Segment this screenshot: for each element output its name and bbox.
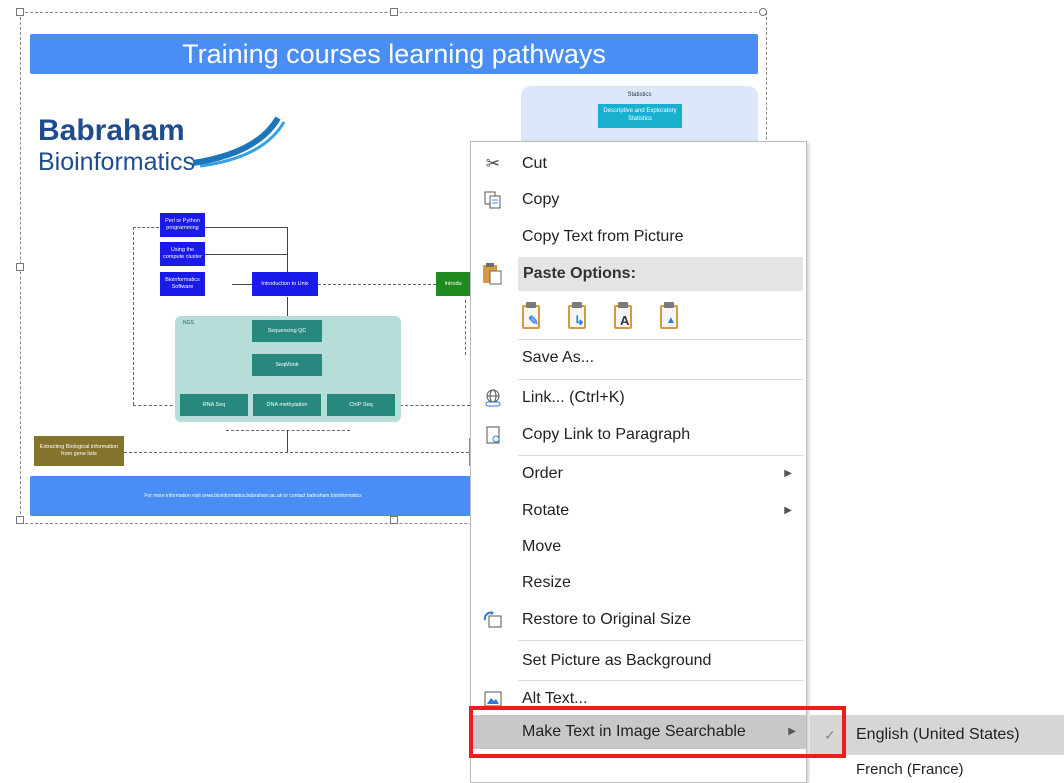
perl-python-box: Perl or Python programming: [160, 213, 205, 237]
paste-icon: [481, 262, 503, 286]
menu-item-copy-link-to-paragraph[interactable]: Copy Link to Paragraph: [471, 418, 806, 452]
menu-item-label: Link... (Ctrl+K): [522, 389, 625, 406]
menu-item-set-picture-as-background[interactable]: Set Picture as Background: [471, 644, 806, 678]
context-menu: ✂ Cut Copy Copy Text from Picture Paste …: [470, 141, 807, 783]
menu-separator: [518, 379, 803, 380]
menu-item-label: Copy Link to Paragraph: [522, 426, 691, 443]
submenu-arrow-icon: ▶: [784, 468, 792, 479]
menu-item-label: Resize: [522, 574, 571, 591]
connector: [287, 227, 288, 272]
paste-options-label: Paste Options:: [523, 265, 636, 282]
menu-separator: [518, 640, 803, 641]
menu-item-cut[interactable]: ✂ Cut: [471, 147, 806, 181]
resize-handle-tm[interactable]: [390, 8, 398, 16]
sequencing-qc-box: Sequencing QC: [252, 320, 322, 342]
paste-merge-formatting-icon[interactable]: ↳: [566, 302, 588, 332]
highlight-annotation-box: [469, 706, 846, 758]
menu-separator: [518, 339, 803, 340]
chip-seq-box: ChIP Seq: [327, 394, 395, 416]
connector: [124, 452, 469, 453]
menu-separator: [518, 455, 803, 456]
connector: [133, 227, 159, 228]
connector: [400, 405, 470, 406]
slide-title: Training courses learning pathways: [30, 34, 758, 74]
resize-handle-ml[interactable]: [16, 263, 24, 271]
intro-unix-box: Introduction to Unix: [252, 272, 318, 296]
menu-item-label: Save As...: [522, 349, 595, 366]
paste-text-only-icon[interactable]: A: [612, 302, 634, 332]
connector: [205, 254, 287, 255]
menu-item-label: Set Picture as Background: [522, 652, 712, 669]
logo-swoosh-icon: [192, 116, 286, 168]
connector: [133, 405, 178, 406]
menu-item-label: Cut: [522, 155, 547, 172]
statistics-label: Statistics: [627, 92, 652, 98]
menu-item-restore-original-size[interactable]: Restore to Original Size: [471, 603, 806, 637]
menu-item-label: Restore to Original Size: [522, 611, 691, 628]
connector: [205, 227, 287, 228]
link-globe-icon: [483, 388, 503, 408]
menu-item-label: Copy: [522, 191, 560, 208]
intro-box: Introdu: [436, 272, 470, 296]
ngs-label: NGS: [183, 320, 194, 326]
bioinformatics-software-box: Bioinformatics Software: [160, 272, 205, 296]
dna-methylation-box: DNA methylation: [253, 394, 321, 416]
paste-picture-icon[interactable]: ▲: [658, 302, 680, 332]
restore-size-icon: [483, 610, 503, 630]
logo-line2: Bioinformatics: [38, 148, 195, 176]
menu-item-save-as[interactable]: Save As...: [471, 341, 806, 375]
connector: [232, 284, 252, 285]
menu-item-link[interactable]: Link... (Ctrl+K): [471, 381, 806, 415]
menu-item-resize[interactable]: Resize: [471, 566, 806, 600]
copy-icon: [483, 190, 503, 210]
menu-item-copy-text-from-picture[interactable]: Copy Text from Picture: [471, 220, 806, 254]
menu-item-copy[interactable]: Copy: [471, 183, 806, 217]
seqmonk-box: SeqMonk: [252, 354, 322, 376]
menu-item-label: Order: [522, 465, 563, 482]
menu-item-order[interactable]: Order ▶: [471, 457, 806, 491]
submenu-arrow-icon: ▶: [784, 505, 792, 516]
connector: [465, 300, 466, 355]
paste-keep-formatting-icon[interactable]: ✎: [520, 302, 542, 332]
menu-item-label: Move: [522, 538, 562, 555]
resize-handle-tr[interactable]: [759, 8, 767, 16]
rna-seq-box: RNA Seq: [180, 394, 248, 416]
slide-footer: For more information visit www.bioinform…: [30, 476, 476, 516]
connector: [226, 430, 350, 431]
logo-line1: Babraham: [38, 114, 185, 147]
menu-item-label: Copy Text from Picture: [522, 228, 684, 245]
resize-handle-tl[interactable]: [16, 8, 24, 16]
connector: [287, 430, 288, 452]
language-submenu: ✓ English (United States) French (France…: [810, 710, 1064, 783]
resize-handle-bm[interactable]: [390, 516, 398, 524]
descriptive-stats-box: Descriptive and Exploratory Statistics: [598, 104, 682, 128]
document-link-icon: [483, 425, 503, 445]
resize-handle-bl[interactable]: [16, 516, 24, 524]
submenu-item-english[interactable]: ✓ English (United States): [810, 715, 1064, 755]
connector: [318, 284, 436, 285]
submenu-item-french[interactable]: French (France): [856, 760, 964, 780]
connector: [133, 227, 134, 405]
menu-item-move[interactable]: Move: [471, 530, 806, 564]
extracting-info-box: Extracting Biological information from g…: [34, 436, 124, 466]
scissors-icon: ✂: [485, 154, 501, 173]
menu-item-label: Rotate: [522, 502, 570, 519]
menu-separator: [518, 680, 803, 681]
menu-item-rotate[interactable]: Rotate ▶: [471, 494, 806, 528]
compute-cluster-box: Using the compute cluster: [160, 242, 205, 266]
babraham-logo: Babraham Bioinformatics: [38, 114, 298, 194]
submenu-item-label: English (United States): [856, 726, 1020, 743]
